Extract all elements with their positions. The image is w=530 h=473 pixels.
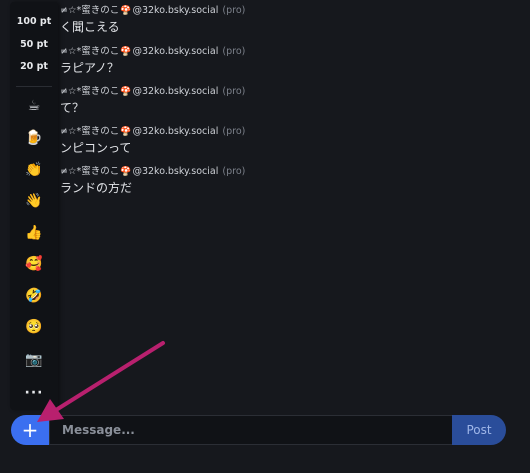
points-50-option[interactable]: 50 pt bbox=[10, 39, 58, 50]
waving-hand-icon[interactable]: 👋 bbox=[10, 193, 58, 209]
message-header: ≠☆*蜜きのこ 🍄 @32ko.bsky.social (pro) bbox=[60, 86, 245, 98]
clapping-hands-icon[interactable]: 👏 bbox=[10, 162, 58, 178]
reaction-picker: 100 pt 50 pt 20 pt ☕ 🍺 👏 👋 👍 🥰 🤣 🥺 📷 ··· bbox=[10, 2, 58, 410]
chat-message: ≠☆*蜜きのこ 🍄 @32ko.bsky.social (pro) ランドの方だ bbox=[60, 166, 245, 196]
mushroom-icon: 🍄 bbox=[120, 126, 132, 137]
add-reaction-button[interactable]: + bbox=[11, 415, 49, 445]
mushroom-icon: 🍄 bbox=[120, 166, 132, 177]
pro-badge: (pro) bbox=[222, 46, 246, 57]
message-input[interactable] bbox=[49, 415, 464, 445]
message-text: ンピコンって bbox=[60, 141, 132, 155]
chat-message: ≠☆*蜜きのこ 🍄 @32ko.bsky.social (pro) く聞こえる bbox=[60, 5, 245, 35]
message-header: ≠☆*蜜きのこ 🍄 @32ko.bsky.social (pro) bbox=[60, 166, 245, 178]
pro-badge: (pro) bbox=[222, 86, 246, 97]
picker-divider bbox=[16, 86, 52, 87]
chat-message: ≠☆*蜜きのこ 🍄 @32ko.bsky.social (pro) て？ bbox=[60, 86, 245, 116]
message-handle[interactable]: @32ko.bsky.social bbox=[132, 166, 218, 178]
mushroom-icon: 🍄 bbox=[120, 86, 132, 97]
message-header: ≠☆*蜜きのこ 🍄 @32ko.bsky.social (pro) bbox=[60, 5, 245, 17]
message-handle[interactable]: @32ko.bsky.social bbox=[132, 5, 218, 17]
message-user: ≠☆*蜜きのこ bbox=[60, 46, 120, 57]
message-user: ≠☆*蜜きのこ bbox=[60, 5, 120, 16]
message-text: く聞こえる bbox=[60, 20, 120, 34]
pro-badge: (pro) bbox=[222, 5, 246, 16]
pro-badge: (pro) bbox=[222, 126, 246, 137]
mushroom-icon: 🍄 bbox=[120, 5, 132, 16]
thumbs-up-icon[interactable]: 👍 bbox=[10, 225, 58, 241]
beer-icon[interactable]: 🍺 bbox=[10, 130, 58, 146]
message-text: ラピアノ？ bbox=[60, 61, 119, 75]
points-20-option[interactable]: 20 pt bbox=[10, 61, 58, 72]
message-composer: + Post bbox=[11, 415, 506, 445]
message-text: て？ bbox=[60, 101, 85, 115]
coffee-icon[interactable]: ☕ bbox=[10, 98, 58, 114]
message-header: ≠☆*蜜きのこ 🍄 @32ko.bsky.social (pro) bbox=[60, 126, 245, 138]
chat-message: ≠☆*蜜きのこ 🍄 @32ko.bsky.social (pro) ラピアノ？ bbox=[60, 46, 245, 76]
message-user: ≠☆*蜜きのこ bbox=[60, 126, 120, 137]
message-user: ≠☆*蜜きのこ bbox=[60, 86, 120, 97]
message-user: ≠☆*蜜きのこ bbox=[60, 166, 120, 177]
message-handle[interactable]: @32ko.bsky.social bbox=[132, 46, 218, 58]
rofl-face-icon[interactable]: 🤣 bbox=[10, 288, 58, 304]
mushroom-icon: 🍄 bbox=[120, 46, 132, 57]
chat-message: ≠☆*蜜きのこ 🍄 @32ko.bsky.social (pro) ンピコンって bbox=[60, 126, 245, 156]
message-text: ランドの方だ bbox=[60, 181, 133, 195]
chat-area: ≠☆*蜜きのこ 🍄 @32ko.bsky.social (pro) く聞こえる … bbox=[0, 0, 530, 410]
post-button[interactable]: Post bbox=[452, 415, 506, 445]
pro-badge: (pro) bbox=[222, 166, 246, 177]
message-header: ≠☆*蜜きのこ 🍄 @32ko.bsky.social (pro) bbox=[60, 46, 245, 58]
message-handle[interactable]: @32ko.bsky.social bbox=[132, 126, 218, 138]
smiling-face-hearts-icon[interactable]: 🥰 bbox=[10, 256, 58, 272]
camera-icon[interactable]: 📷 bbox=[10, 352, 58, 368]
message-handle[interactable]: @32ko.bsky.social bbox=[132, 86, 218, 98]
points-100-option[interactable]: 100 pt bbox=[10, 16, 58, 27]
more-icon[interactable]: ··· bbox=[10, 385, 58, 401]
pleading-face-icon[interactable]: 🥺 bbox=[10, 319, 58, 335]
